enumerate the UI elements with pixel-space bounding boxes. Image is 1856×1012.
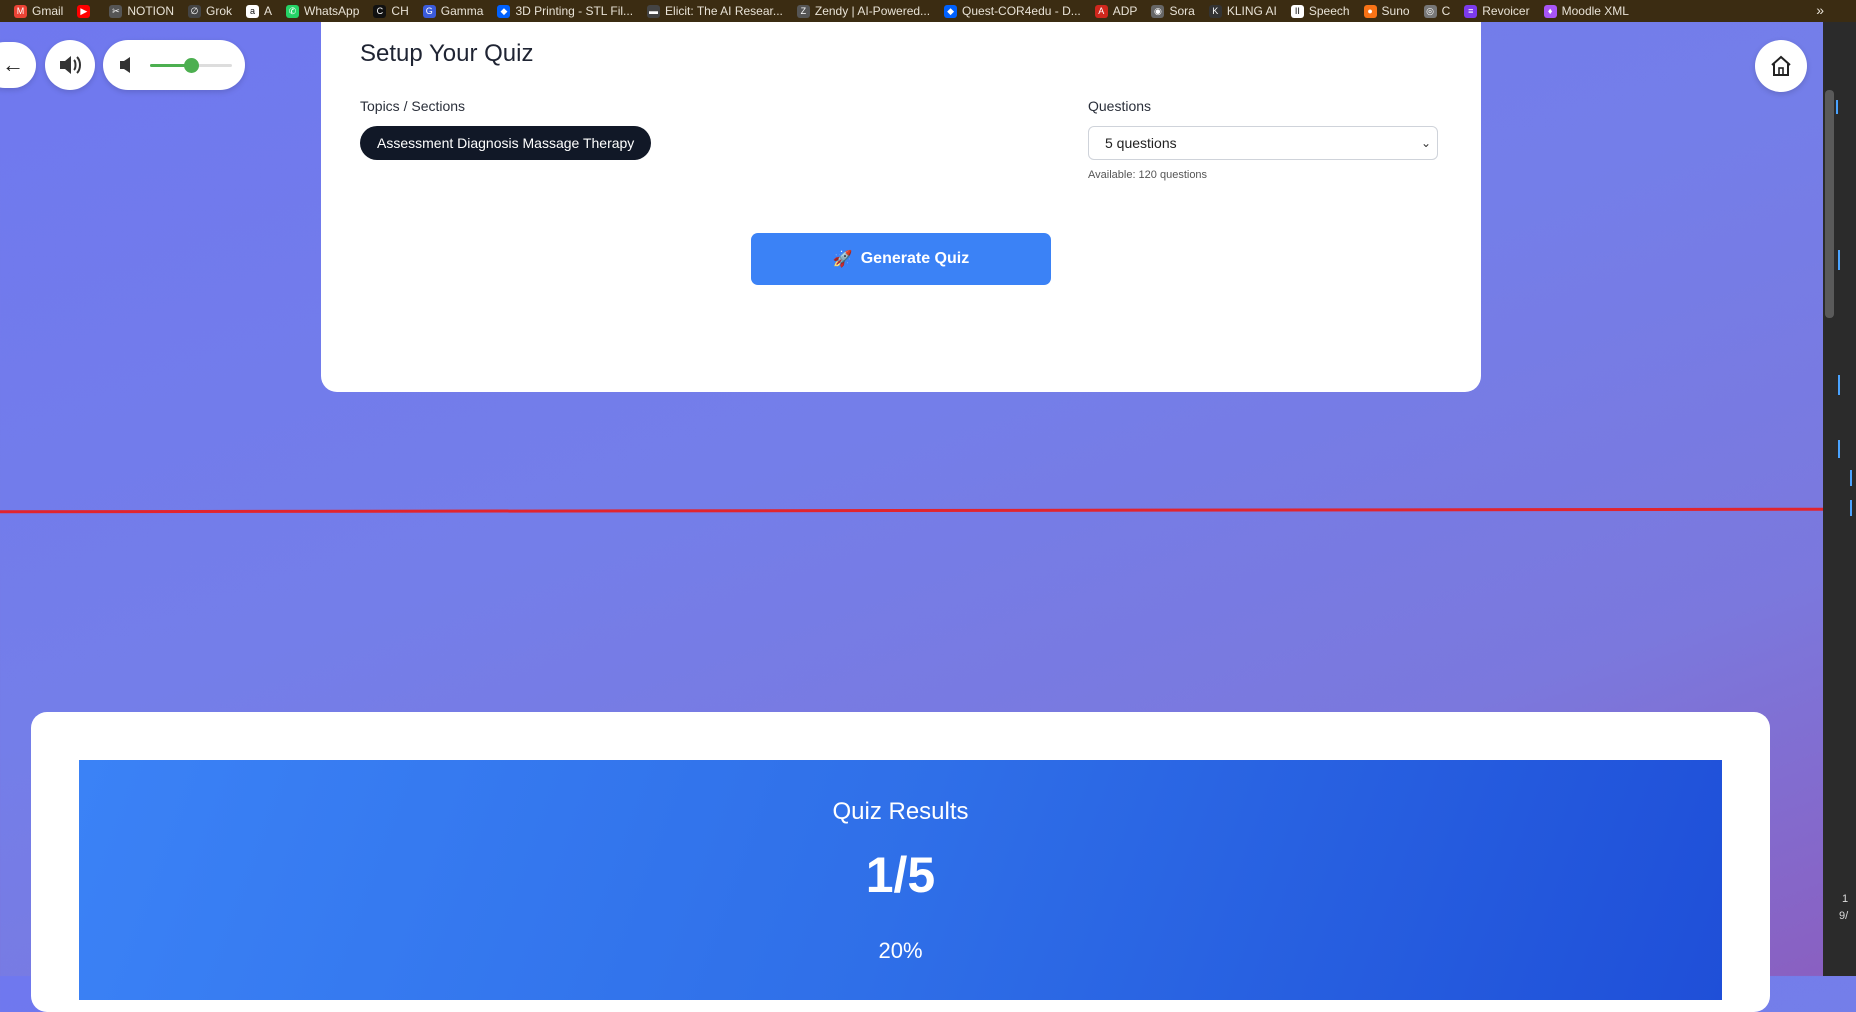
bookmark-item[interactable]: K KLING AI xyxy=(1208,4,1277,18)
notion-icon: ✂ xyxy=(109,4,123,18)
volume-control xyxy=(103,40,245,90)
topic-chip[interactable]: Assessment Diagnosis Massage Therapy xyxy=(360,126,652,160)
bookmark-label: KLING AI xyxy=(1226,4,1277,18)
bookmark-label: Sora xyxy=(1169,4,1195,18)
kling-icon: K xyxy=(1208,4,1222,18)
speech-icon: II xyxy=(1290,4,1304,18)
bookmark-item[interactable]: ◆ 3D Printing - STL Fil... xyxy=(497,4,633,18)
speaker-loud-icon xyxy=(60,56,81,74)
amazon-icon: a xyxy=(246,4,260,18)
volume-slider[interactable] xyxy=(150,58,232,73)
grok-icon: ∅ xyxy=(188,4,202,18)
results-card: Quiz Results 1/5 20% xyxy=(31,712,1770,1012)
moodle-icon: ♦ xyxy=(1543,4,1557,18)
bookmark-label: Zendy | AI-Powered... xyxy=(814,4,931,18)
suno-icon: ● xyxy=(1363,4,1377,18)
gmail-icon: M xyxy=(14,4,27,18)
bookmark-label: C xyxy=(1441,4,1451,18)
scrollbar-marker xyxy=(1838,440,1840,458)
openai-icon: ◎ xyxy=(1423,4,1437,18)
bookmark-label: Grok xyxy=(206,4,233,18)
bookmark-label: WhatsApp xyxy=(304,4,360,18)
questions-label: Questions xyxy=(1088,98,1152,114)
bookmark-label: A xyxy=(264,4,273,18)
bookmark-item[interactable]: G Gamma xyxy=(422,4,484,18)
bookmark-item[interactable]: ✂ NOTION xyxy=(109,4,174,18)
questions-select[interactable]: 5 questions ⌄ xyxy=(1088,126,1438,160)
dropbox-icon: ◆ xyxy=(944,4,958,18)
adp-icon: A xyxy=(1094,4,1108,18)
bookmark-item[interactable]: ▬ Elicit: The AI Resear... xyxy=(647,4,783,18)
results-title: Quiz Results xyxy=(832,798,969,825)
bookmark-label: Quest-COR4edu - D... xyxy=(962,4,1081,18)
home-icon xyxy=(1771,55,1791,76)
bookmarks-bar: M Gmail ▶ ✂ NOTION ∅ Grok a A ✆ WhatsApp C CH G Gamma ◆… xyxy=(0,0,1856,22)
bookmark-item[interactable]: ♦ Moodle XML xyxy=(1543,4,1629,18)
speaker-icon xyxy=(120,57,130,73)
available-count: Available: 120 questions xyxy=(1088,169,1208,181)
bookmark-label: Gmail xyxy=(32,4,64,18)
revoicer-icon: ≡ xyxy=(1464,4,1478,18)
bookmarks-overflow-button[interactable]: » xyxy=(1816,2,1824,18)
scrollbar-marker xyxy=(1838,250,1840,270)
dropbox-icon: ◆ xyxy=(497,4,511,18)
sound-toggle-button[interactable] xyxy=(45,40,95,90)
bookmark-label: Revoicer xyxy=(1482,4,1530,18)
bookmark-item[interactable]: M Gmail xyxy=(14,4,63,18)
back-button[interactable]: ← xyxy=(0,42,36,88)
red-divider-line xyxy=(0,507,1824,514)
home-button[interactable] xyxy=(1755,40,1807,92)
bookmark-item[interactable]: Z Zendy | AI-Powered... xyxy=(796,4,931,18)
bookmark-item[interactable]: ∅ Grok xyxy=(188,4,232,18)
bookmark-item[interactable]: ◆ Quest-COR4edu - D... xyxy=(944,4,1081,18)
bookmark-item[interactable]: A ADP xyxy=(1094,4,1138,18)
questions-select-value: 5 questions xyxy=(1105,135,1177,151)
zendy-icon: Z xyxy=(796,4,810,18)
whatsapp-icon: ✆ xyxy=(286,4,300,18)
youtube-icon: ▶ xyxy=(77,4,91,18)
sora-icon: ◉ xyxy=(1151,4,1165,18)
bookmark-item[interactable]: II Speech xyxy=(1290,4,1350,18)
elicit-icon: ▬ xyxy=(647,4,661,18)
topics-label: Topics / Sections xyxy=(360,98,466,114)
results-score: 1/5 xyxy=(865,847,936,903)
scrollbar-thumb[interactable] xyxy=(1825,90,1834,318)
bookmark-item[interactable]: aA xyxy=(246,4,272,18)
bookmark-label: 3D Printing - STL Fil... xyxy=(515,4,634,18)
setup-title: Setup Your Quiz xyxy=(360,40,534,67)
bookmark-label: Moodle XML xyxy=(1561,4,1629,18)
bookmark-item[interactable]: ● Suno xyxy=(1363,4,1410,18)
bookmark-label: ADP xyxy=(1112,4,1138,18)
bookmark-item[interactable]: ▶ xyxy=(77,4,95,18)
bookmark-label: CH xyxy=(391,4,409,18)
chevron-down-icon: ⌄ xyxy=(1420,136,1431,150)
scrollbar-marker xyxy=(1836,100,1838,114)
bookmark-item[interactable]: ✆ WhatsApp xyxy=(286,4,359,18)
scrollbar-marker xyxy=(1838,375,1840,395)
volume-slider-thumb[interactable] xyxy=(184,58,199,73)
gamma-icon: G xyxy=(422,4,436,18)
bookmark-item[interactable]: C CH xyxy=(373,4,409,18)
scrollbar-marker xyxy=(1850,500,1852,516)
bookmark-item[interactable]: ≡ Revoicer xyxy=(1464,4,1530,18)
generate-quiz-label: Generate Quiz xyxy=(860,250,970,267)
bookmark-item[interactable]: ◎ C xyxy=(1423,4,1451,18)
bookmark-label: Speech xyxy=(1308,4,1350,18)
bookmark-label: NOTION xyxy=(127,4,175,18)
ch-icon: C xyxy=(373,4,387,18)
back-arrow-icon: ← xyxy=(2,52,24,77)
side-text-1: 1 xyxy=(1842,893,1849,905)
rocket-icon: 🚀 xyxy=(832,251,853,268)
bookmark-label: Gamma xyxy=(440,4,484,18)
generate-quiz-button[interactable]: 🚀 Generate Quiz xyxy=(751,233,1051,285)
results-banner: Quiz Results 1/5 20% xyxy=(79,760,1722,1000)
side-text-2: 9/ xyxy=(1839,910,1849,922)
scrollbar-marker xyxy=(1850,470,1852,486)
bookmark-label: Suno xyxy=(1381,4,1410,18)
bookmark-item[interactable]: ◉ Sora xyxy=(1151,4,1195,18)
results-percent: 20% xyxy=(878,938,923,963)
bookmark-label: Elicit: The AI Resear... xyxy=(665,4,783,18)
setup-card: Setup Your Quiz Topics / Sections Assess… xyxy=(321,22,1481,392)
